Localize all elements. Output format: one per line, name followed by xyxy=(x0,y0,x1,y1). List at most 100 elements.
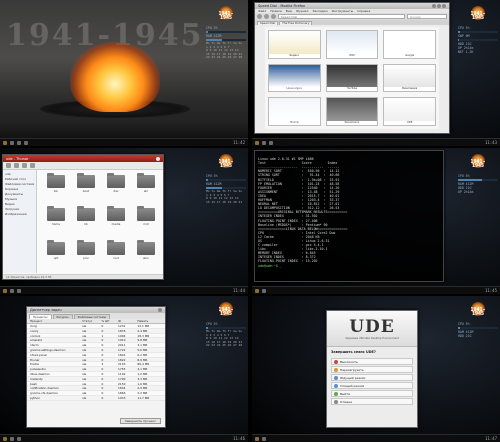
terminal-icon[interactable] xyxy=(262,288,266,293)
table-cell: thunar xyxy=(30,357,40,362)
table-cell: sle xyxy=(82,338,87,343)
folder-item[interactable]: home xyxy=(43,206,69,237)
folder-item[interactable]: bin xyxy=(43,173,69,204)
place-item[interactable]: Изображения xyxy=(5,212,34,217)
menu-icon[interactable] xyxy=(3,436,7,441)
table-cell: 86,4 МБ xyxy=(137,362,150,367)
speed-dial-item[interactable]: Linux.org.ru xyxy=(268,63,321,93)
url-input[interactable]: Speed Dial xyxy=(278,14,405,19)
column-header[interactable]: Статус xyxy=(82,319,101,323)
table-cell: 1231 xyxy=(118,324,126,328)
table-cell: xterm xyxy=(30,343,39,347)
panel-clock: 11:42 xyxy=(232,140,245,145)
speed-dial-grid: Яндекс ЛОР Google Linux.org.ru YouTube В… xyxy=(265,27,439,129)
up-icon[interactable] xyxy=(22,163,27,168)
menu-item[interactable]: Справка xyxy=(357,9,370,13)
folder-icon[interactable] xyxy=(24,140,28,145)
tab-dictionary[interactable]: The Free Dictionary xyxy=(279,21,313,25)
cancel-button[interactable]: Отмена xyxy=(331,398,413,405)
folder-item[interactable]: mnt xyxy=(133,206,159,237)
table-row[interactable]: python sle 0 1933 11,7 МБ xyxy=(27,396,165,401)
table-cell: pulseaudio xyxy=(30,367,46,371)
folder-item[interactable]: dev xyxy=(103,173,129,204)
end-process-button[interactable]: Завершить процесс xyxy=(119,418,161,424)
speed-dial-item[interactable]: Google xyxy=(383,30,436,59)
browser-icon[interactable] xyxy=(17,436,21,441)
menu-item[interactable]: Файл xyxy=(258,9,266,13)
window-titlebar[interactable]: ude - Thunar xyxy=(3,155,163,162)
folder-item[interactable]: media xyxy=(103,206,129,237)
table-cell: 0 xyxy=(101,357,104,362)
table-cell: 1866 xyxy=(118,391,126,396)
menu-item[interactable]: Закладки xyxy=(312,9,327,13)
menu-icon[interactable] xyxy=(255,140,259,145)
column-header[interactable]: ID xyxy=(118,319,137,323)
forward-icon[interactable] xyxy=(14,163,19,168)
menu-icon[interactable] xyxy=(255,436,259,441)
reload-icon[interactable] xyxy=(271,14,276,19)
forward-icon[interactable] xyxy=(264,14,269,19)
menu-item[interactable]: Инструменты xyxy=(332,9,353,13)
hibernate-button[interactable]: Спящий режим xyxy=(331,382,413,389)
speed-dial-item[interactable]: ЛОР xyxy=(325,30,379,59)
menu-icon[interactable] xyxy=(3,140,7,145)
terminal-window[interactable]: Linux ude 2.6.31 #1 SMP i686 Test Score I… xyxy=(254,150,444,282)
table-cell: emerald xyxy=(30,338,42,343)
suspend-button[interactable]: Ждущий режим xyxy=(331,374,413,381)
column-header[interactable]: % ЦП xyxy=(102,319,119,323)
folder-item[interactable]: opt xyxy=(43,239,69,271)
speed-dial-item[interactable]: Википедия xyxy=(383,63,436,93)
browser-icon[interactable] xyxy=(17,140,21,145)
close-icon[interactable] xyxy=(442,4,446,8)
folder-icon xyxy=(47,206,65,222)
speed-dial-item[interactable]: Почта xyxy=(268,97,321,126)
folder-item[interactable]: proc xyxy=(73,239,99,271)
menu-item[interactable]: Журнал xyxy=(296,9,309,13)
menu-item[interactable]: Вид xyxy=(286,9,292,13)
menu-item[interactable]: Правка xyxy=(270,9,281,13)
terminal-icon[interactable] xyxy=(262,436,266,441)
home-icon[interactable] xyxy=(30,163,35,168)
logout-button[interactable]: Выйти xyxy=(331,390,413,397)
menu-icon[interactable] xyxy=(255,288,259,293)
browser-tile: Speed Dial - Mozilla Firefox Файл Правка В… xyxy=(252,0,500,146)
terminal-icon[interactable] xyxy=(10,436,14,441)
browser-icon[interactable] xyxy=(269,140,273,145)
shutdown-button[interactable]: Выключить xyxy=(331,358,413,365)
terminal-icon[interactable] xyxy=(262,140,266,145)
table-cell: notification-daemon xyxy=(30,386,60,391)
table-cell: 2150 xyxy=(118,381,126,386)
table-cell: bash xyxy=(30,381,37,386)
back-icon[interactable] xyxy=(257,14,262,19)
tab-speed-dial[interactable]: Speed Dial xyxy=(257,21,279,25)
reboot-icon xyxy=(334,367,338,372)
menu-icon[interactable] xyxy=(3,288,7,293)
folder-icon[interactable] xyxy=(17,288,21,293)
column-header[interactable]: Память xyxy=(137,319,165,323)
speed-dial-item[interactable]: Кинопоиск xyxy=(325,97,379,126)
terminal-icon[interactable] xyxy=(10,288,14,293)
folder-item[interactable]: sbin xyxy=(133,239,159,271)
maximize-icon[interactable] xyxy=(437,4,441,8)
browser-window: Speed Dial - Mozilla Firefox Файл Правка В… xyxy=(254,2,450,134)
column-header[interactable]: Процесс xyxy=(27,319,82,323)
bottom-panel: 11:42 xyxy=(0,138,248,146)
table-cell: 1 xyxy=(101,333,104,338)
terminal-icon[interactable] xyxy=(10,140,14,145)
desktop-wallpaper-tile: 1941-1945 1941-1945 CPU 5% RAM 412M Mo T… xyxy=(0,0,248,146)
back-icon[interactable] xyxy=(6,163,11,168)
speed-dial-item[interactable]: UDE xyxy=(383,97,436,126)
speed-dial-item[interactable]: YouTube xyxy=(325,63,379,93)
table-cell: sle xyxy=(82,395,87,400)
close-icon[interactable] xyxy=(156,156,160,161)
minimize-icon[interactable] xyxy=(432,4,436,8)
folder-item[interactable]: lib xyxy=(73,206,99,237)
speed-dial-item[interactable]: Яндекс xyxy=(268,30,321,59)
table-cell: 0 xyxy=(101,343,104,348)
folder-item[interactable]: etc xyxy=(133,173,159,204)
folder-item[interactable]: root xyxy=(103,239,129,271)
search-input[interactable]: Google xyxy=(407,14,447,19)
close-icon[interactable] xyxy=(158,308,162,312)
folder-item[interactable]: boot xyxy=(73,173,99,204)
reboot-button[interactable]: Перезагрузить xyxy=(331,366,413,373)
